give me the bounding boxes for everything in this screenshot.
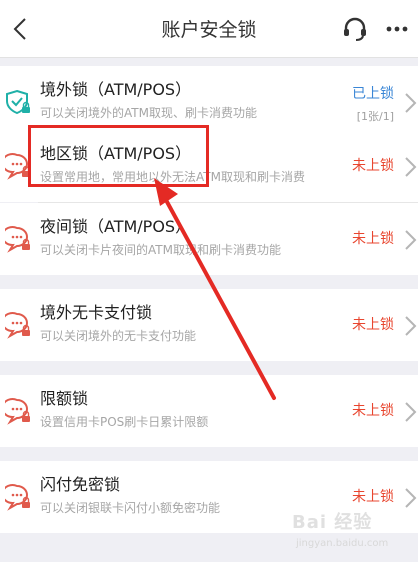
chat-lock-icon — [5, 153, 30, 180]
chevron-right-icon — [405, 316, 417, 336]
lock-description: 可以关闭境外的ATM取现、刷卡消费功能 — [40, 106, 257, 120]
lock-row-region[interactable]: 地区锁（ATM/POS） 设置常用地，常用地以外无法ATM取现和刷卡消费 未上锁 — [0, 130, 418, 202]
lock-row-overseas[interactable]: 境外锁（ATM/POS） 可以关闭境外的ATM取现、刷卡消费功能 已上锁 [1张… — [0, 66, 418, 138]
more-button[interactable] — [382, 14, 412, 44]
chat-lock-icon — [5, 398, 30, 425]
lock-status-badge: 未上锁 — [352, 403, 394, 419]
lock-description: 设置常用地，常用地以外无法ATM取现和刷卡消费 — [40, 170, 305, 184]
customer-service-button[interactable] — [340, 14, 370, 44]
shield-lock-icon — [6, 89, 30, 115]
lock-status-badge: 未上锁 — [352, 231, 394, 247]
lock-status-badge: 未上锁 — [352, 489, 394, 505]
lock-row-night[interactable]: 夜间锁（ATM/POS） 可以关闭卡片夜间的ATM取现和刷卡消费功能 未上锁 — [0, 203, 418, 275]
lock-status-badge: 未上锁 — [352, 317, 394, 333]
lock-description: 可以关闭卡片夜间的ATM取现和刷卡消费功能 — [40, 243, 281, 257]
chat-lock-icon — [5, 312, 30, 339]
lock-title: 限额锁 — [40, 389, 89, 408]
chevron-right-icon — [405, 230, 417, 250]
more-dots-icon — [386, 26, 408, 32]
chevron-right-icon — [405, 93, 417, 113]
lock-title: 境外锁（ATM/POS） — [40, 80, 192, 99]
card-count: [1张/1] — [356, 110, 394, 123]
chevron-right-icon — [405, 488, 417, 508]
chevron-right-icon — [405, 402, 417, 422]
lock-description: 设置信用卡POS刷卡日累计限额 — [40, 415, 209, 429]
back-button[interactable] — [6, 14, 34, 44]
watermark-logo: Bai 经验 — [292, 512, 373, 533]
lock-description: 可以关闭境外的无卡支付功能 — [40, 329, 197, 343]
chevron-left-icon — [13, 18, 26, 40]
nav-header: 账户安全锁 — [0, 0, 418, 58]
lock-title: 境外无卡支付锁 — [40, 303, 153, 322]
lock-row-overseas-cnp[interactable]: 境外无卡支付锁 可以关闭境外的无卡支付功能 未上锁 — [0, 289, 418, 361]
chevron-right-icon — [405, 157, 417, 177]
lock-row-limit[interactable]: 限额锁 设置信用卡POS刷卡日累计限额 未上锁 — [0, 375, 418, 447]
headset-icon — [344, 17, 366, 41]
lock-title: 闪付免密锁 — [40, 475, 121, 494]
lock-status-badge: 未上锁 — [352, 158, 394, 174]
watermark-url: jingyan.baidu.com — [296, 538, 389, 549]
chat-lock-icon — [5, 484, 30, 511]
lock-title: 地区锁（ATM/POS） — [40, 144, 192, 163]
lock-title: 夜间锁（ATM/POS） — [40, 217, 192, 236]
lock-status-badge: 已上锁 — [352, 86, 394, 102]
chat-lock-icon — [5, 226, 30, 253]
